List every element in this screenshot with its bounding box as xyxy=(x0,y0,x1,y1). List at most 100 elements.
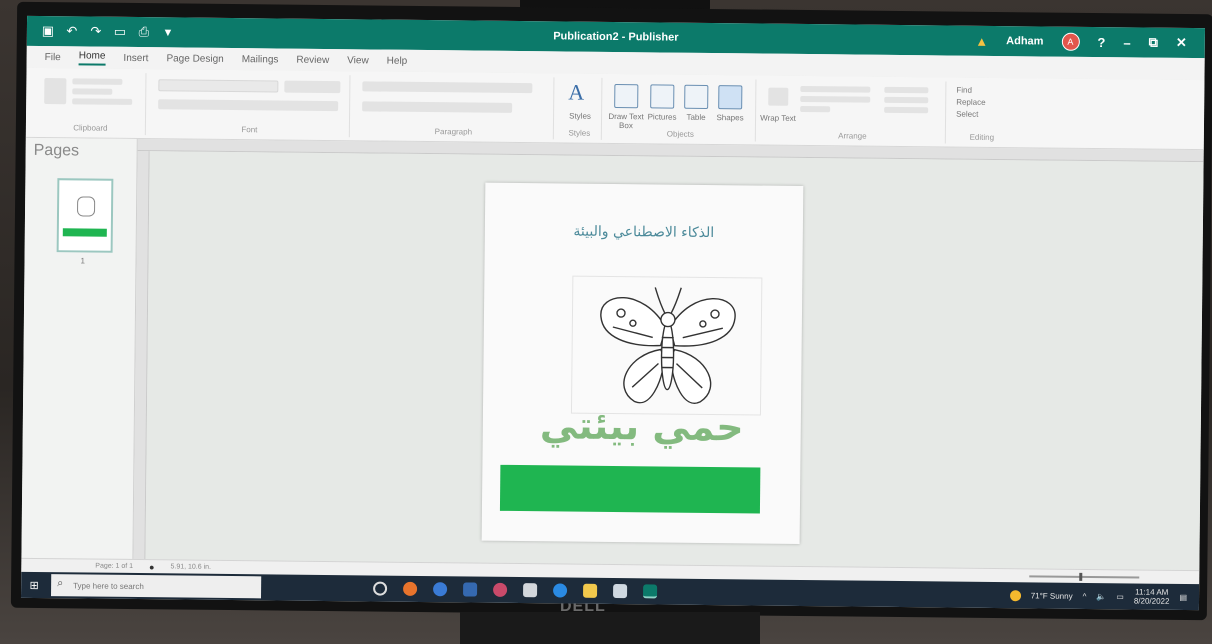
close-button[interactable]: ✕ xyxy=(1176,35,1187,51)
green-banner-shape[interactable] xyxy=(499,464,761,514)
warning-icon[interactable]: ▲ xyxy=(975,33,988,48)
group-label-styles: Styles xyxy=(568,128,591,138)
tab-home[interactable]: Home xyxy=(78,49,106,66)
page-heading[interactable]: الذكاء الاصطناعي والبيئة xyxy=(485,223,803,242)
taskbar-search-input[interactable]: ⌕ Type here to search xyxy=(51,574,262,599)
format-painter-button[interactable] xyxy=(72,98,133,105)
find-button[interactable]: Find xyxy=(956,86,972,95)
rotate-button[interactable] xyxy=(884,106,929,114)
file-explorer-icon[interactable] xyxy=(583,583,598,598)
status-position: 5.91, 10.6 in. xyxy=(170,563,212,571)
weather-sun-icon[interactable] xyxy=(1009,589,1021,601)
taskbar-clock[interactable]: 11:14 AM 8/20/2022 xyxy=(1134,587,1170,605)
ungroup-button[interactable] xyxy=(884,96,929,104)
chrome-icon[interactable] xyxy=(403,581,418,596)
group-objects: Draw Text Box Pictures Table Shapes Obje… xyxy=(605,77,757,142)
status-page-indicator[interactable]: Page: 1 of 1 xyxy=(95,563,133,570)
help-button[interactable]: ? xyxy=(1097,35,1105,50)
avatar[interactable]: A xyxy=(1061,32,1080,51)
weather-text[interactable]: 71°F Sunny xyxy=(1031,591,1073,600)
camera-icon[interactable] xyxy=(613,584,628,599)
font-size-select[interactable] xyxy=(284,80,341,94)
send-backward-button[interactable] xyxy=(800,95,871,103)
group-arrange: Wrap Text Arrange xyxy=(758,79,947,144)
paste-icon[interactable] xyxy=(44,78,67,105)
publication-page[interactable]: الذكاء الاصطناعي والبيئة حمي بيئتي xyxy=(481,182,804,544)
tab-help[interactable]: Help xyxy=(387,55,408,66)
network-icon[interactable]: ▭ xyxy=(1116,592,1124,601)
print-icon[interactable]: ⎙ xyxy=(137,24,151,39)
wrap-text-icon[interactable] xyxy=(768,87,789,106)
tab-insert[interactable]: Insert xyxy=(123,52,148,63)
butterfly-image[interactable] xyxy=(570,275,763,416)
cut-button[interactable] xyxy=(72,78,123,85)
select-button[interactable]: Select xyxy=(956,110,978,119)
group-styles: A Styles Styles xyxy=(557,77,603,140)
group-label-objects: Objects xyxy=(666,129,694,139)
pages-pane-title: Pages xyxy=(33,141,80,160)
group-label-paragraph: Paragraph xyxy=(434,127,473,137)
butterfly-icon xyxy=(600,287,736,404)
group-button[interactable] xyxy=(884,86,929,94)
search-icon: ⌕ xyxy=(57,577,64,590)
open-icon[interactable]: ▭ xyxy=(113,24,127,39)
page-thumbnail[interactable] xyxy=(56,178,114,253)
table-icon[interactable] xyxy=(684,84,709,109)
store-icon[interactable] xyxy=(523,583,538,598)
bring-forward-button[interactable] xyxy=(800,85,871,93)
monitor-stand xyxy=(460,612,760,644)
zoom-slider[interactable] xyxy=(1029,574,1140,579)
tray-chevron-icon[interactable]: ^ xyxy=(1083,591,1087,600)
font-format-buttons[interactable] xyxy=(158,99,339,112)
alignment-buttons[interactable] xyxy=(362,101,513,113)
styles-button-label[interactable]: Styles xyxy=(560,111,600,121)
pages-pane: Pages 1 xyxy=(21,137,138,559)
edge-icon[interactable] xyxy=(553,583,568,598)
tab-view[interactable]: View xyxy=(347,55,369,66)
list-buttons[interactable] xyxy=(362,81,533,94)
tab-review[interactable]: Review xyxy=(296,54,329,65)
draw-text-box-label[interactable]: Draw Text Box xyxy=(606,112,646,130)
shapes-icon[interactable] xyxy=(718,85,743,110)
clock-time: 11:14 AM xyxy=(1135,587,1169,597)
tab-mailings[interactable]: Mailings xyxy=(242,54,279,65)
slogan-wordart[interactable]: حمي بيئتي xyxy=(513,403,771,450)
mail-icon[interactable] xyxy=(463,582,478,597)
publisher-taskbar-icon[interactable] xyxy=(643,584,658,599)
volume-icon[interactable]: 🔈 xyxy=(1096,592,1106,601)
group-clipboard: Clipboard xyxy=(35,71,147,136)
tab-file[interactable]: File xyxy=(45,52,61,63)
taskbar-apps xyxy=(373,581,658,599)
group-label-arrange: Arrange xyxy=(838,131,867,141)
clock-date: 8/20/2022 xyxy=(1133,596,1170,606)
save-icon[interactable]: ▣ xyxy=(41,23,55,38)
minimize-button[interactable]: – xyxy=(1123,35,1130,50)
user-name[interactable]: Adham xyxy=(1006,35,1043,47)
pictures-icon[interactable] xyxy=(650,84,675,109)
task-view-icon[interactable] xyxy=(373,581,388,596)
styles-icon[interactable]: A xyxy=(568,80,584,106)
undo-icon[interactable]: ↶ xyxy=(65,23,79,38)
redo-icon[interactable]: ↷ xyxy=(89,24,103,39)
font-name-select[interactable] xyxy=(158,79,279,93)
group-editing: Find Replace Select Editing xyxy=(950,82,1015,145)
firefox-icon[interactable] xyxy=(433,582,448,597)
replace-button[interactable]: Replace xyxy=(956,98,985,107)
tab-page-design[interactable]: Page Design xyxy=(166,53,223,65)
notifications-icon[interactable]: ▤ xyxy=(1179,592,1187,601)
thumbnail-green-bar xyxy=(62,228,107,237)
text-box-icon[interactable] xyxy=(614,84,639,109)
customize-qat-icon[interactable]: ▾ xyxy=(161,24,175,39)
quick-access-toolbar: ▣ ↶ ↷ ▭ ⎙ ▾ xyxy=(27,23,175,40)
ribbon: Clipboard Font Paragraph A Styles Styles… xyxy=(25,67,1205,151)
group-font: Font xyxy=(149,73,351,138)
windows-start-icon[interactable]: ⊞ xyxy=(21,572,47,598)
align-button[interactable] xyxy=(800,105,831,113)
shapes-label[interactable]: Shapes xyxy=(710,113,750,122)
group-label-font: Font xyxy=(241,125,258,135)
wrap-text-label[interactable]: Wrap Text xyxy=(758,114,798,123)
group-label-editing: Editing xyxy=(969,132,995,142)
maps-icon[interactable] xyxy=(493,582,508,597)
restore-button[interactable]: ⧉ xyxy=(1149,35,1158,51)
copy-button[interactable] xyxy=(72,88,113,95)
